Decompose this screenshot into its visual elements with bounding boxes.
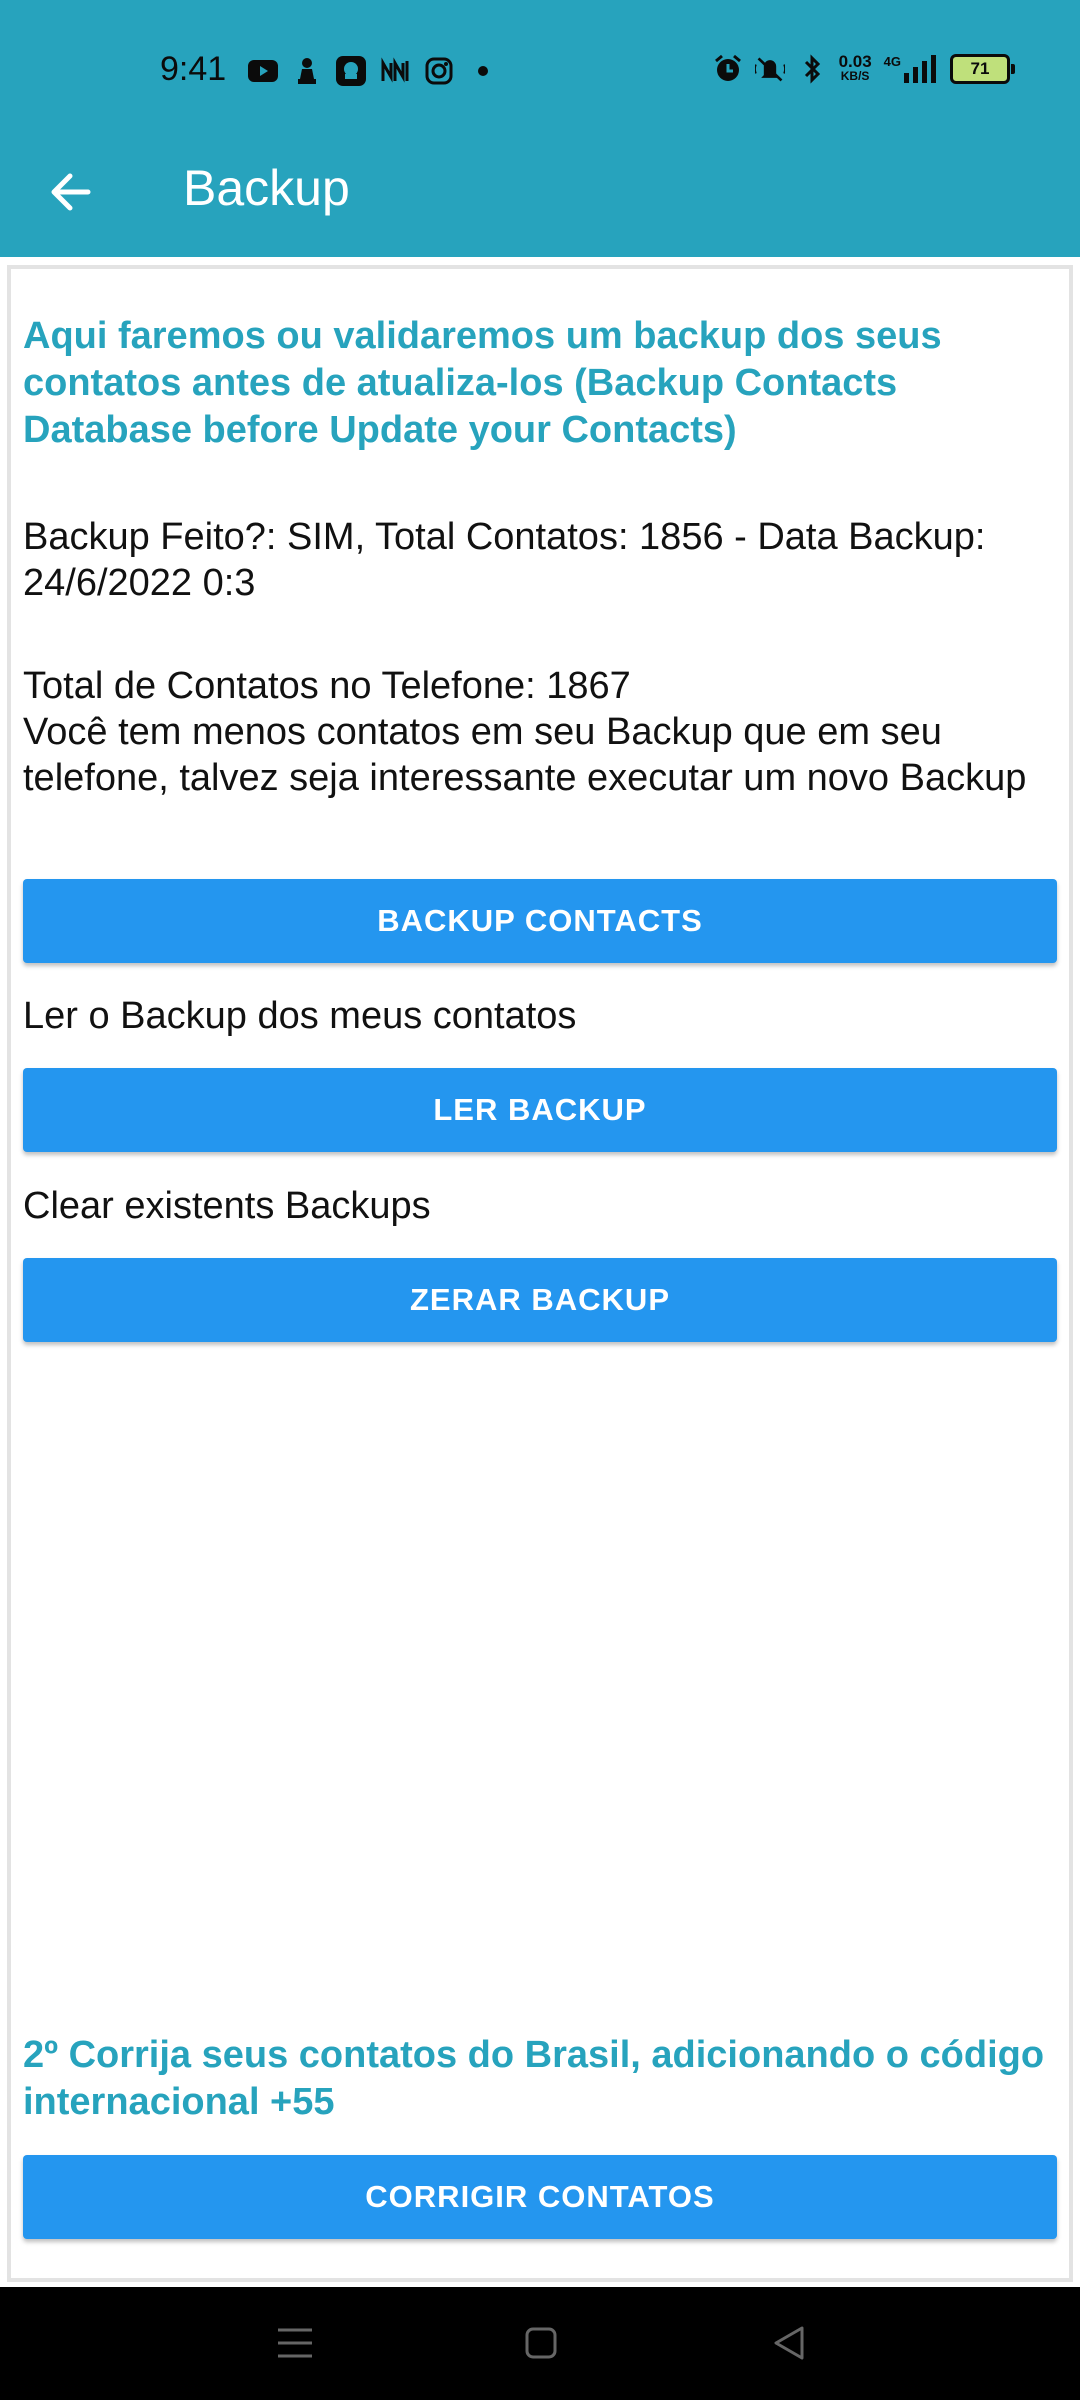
intro-heading: Aqui faremos ou validaremos um backup do… [23, 315, 942, 451]
clear-backup-label: Clear existents Backups [23, 1185, 431, 1227]
system-icons: 0.03 KB/S 4G 71 [713, 52, 1015, 84]
mute-icon [754, 54, 785, 84]
fix-contacts-button[interactable]: CORRIGIR CONTATOS [23, 2155, 1057, 2239]
page-title: Backup [183, 160, 350, 216]
instagram-icon [424, 56, 454, 86]
status-time: 9:41 [160, 50, 227, 88]
status-bar: 9:41 0.03 KB/S 4G 71 [0, 0, 1080, 142]
arrow-left-icon [51, 173, 91, 211]
bluetooth-icon [797, 54, 827, 84]
phone-total-text: Total de Contatos no Telefone: 1867 [23, 665, 631, 707]
menu-icon [278, 2328, 312, 2358]
chess-icon [292, 56, 322, 86]
backup-contacts-button[interactable]: BACKUP CONTACTS [23, 879, 1057, 963]
back-button[interactable] [42, 162, 102, 222]
signal-icon: 4G [884, 55, 938, 83]
fix-contacts-heading: 2º Corrija seus contatos do Brasil, adic… [23, 2034, 1045, 2123]
back-triangle-icon [774, 2326, 804, 2360]
network-speed: 0.03 KB/S [838, 52, 872, 83]
battery-indicator: 71 [950, 54, 1015, 84]
home-nav-button[interactable] [518, 2320, 564, 2366]
read-backup-button[interactable]: LER BACKUP [23, 1068, 1057, 1152]
clear-backup-button[interactable]: ZERAR BACKUP [23, 1258, 1057, 1342]
menu-nav-button[interactable] [272, 2320, 318, 2366]
phone-advice-text: Você tem menos contatos em seu Backup qu… [23, 711, 1027, 799]
read-backup-label: Ler o Backup dos meus contatos [23, 995, 577, 1037]
app-bar: Backup [0, 142, 1080, 257]
notion-icon [380, 56, 410, 86]
backup-status-text: Backup Feito?: SIM, Total Contatos: 1856… [23, 516, 986, 604]
youtube-icon [248, 56, 278, 86]
app-icon [336, 56, 366, 86]
home-icon [525, 2327, 557, 2359]
navigation-bar [0, 2287, 1080, 2400]
notification-icons [248, 56, 498, 86]
back-nav-button[interactable] [766, 2320, 812, 2366]
alarm-icon [713, 54, 743, 84]
more-notifications-icon [468, 56, 498, 86]
